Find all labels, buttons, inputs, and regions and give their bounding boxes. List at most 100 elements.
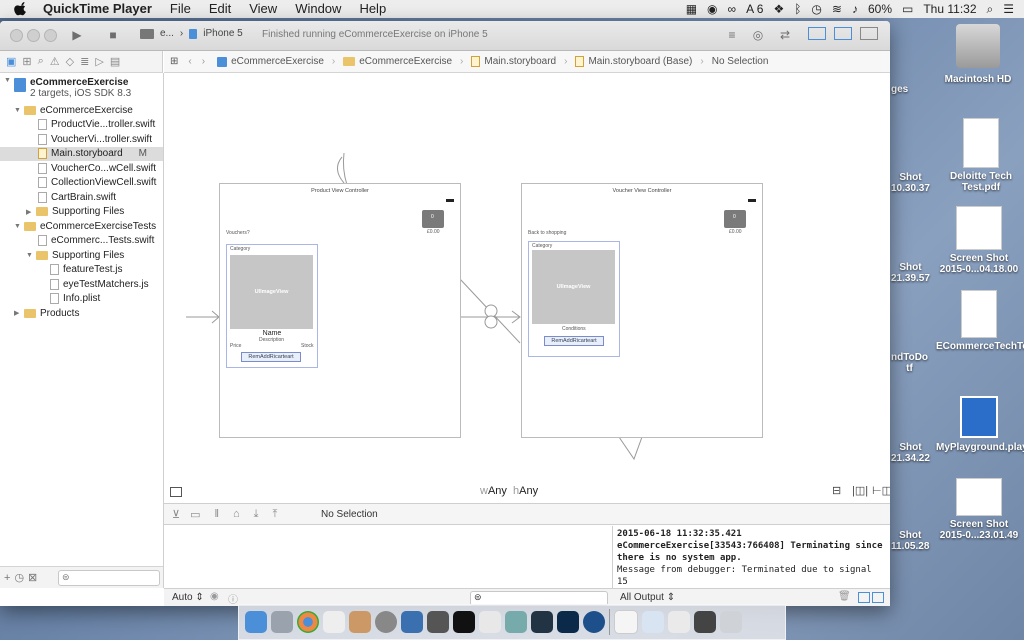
recent-files-icon[interactable]: ◷ [14, 571, 24, 584]
tree-group[interactable]: ▶ Supporting Files [0, 205, 163, 220]
tree-file[interactable]: eyeTestMatchers.js [0, 277, 163, 292]
instruments-icon[interactable] [531, 611, 553, 633]
split-view-left-icon[interactable] [858, 592, 870, 603]
debug-navigator-icon[interactable]: ≣ [80, 55, 89, 68]
launchpad-icon[interactable] [271, 611, 293, 633]
dropbox-icon[interactable]: ❖ [773, 2, 784, 16]
tree-file[interactable]: CollectionViewCell.swift [0, 176, 163, 191]
test-navigator-icon[interactable]: ◇ [66, 55, 74, 68]
documents-stack-icon[interactable] [614, 610, 638, 634]
notification-center-icon[interactable]: ☰ [1003, 2, 1014, 16]
toggle-utilities-button[interactable] [860, 27, 878, 40]
folder-icon[interactable]: ▣ [6, 55, 16, 68]
variables-view[interactable] [164, 526, 613, 588]
downloads-stack-icon[interactable] [642, 611, 664, 633]
tree-file[interactable]: VoucherVi...troller.swift [0, 132, 163, 147]
terminal-window-icon[interactable] [694, 611, 716, 633]
desktop-partial-label[interactable]: ges [891, 84, 908, 95]
menu-help[interactable]: Help [350, 0, 395, 18]
spotlight-icon[interactable]: ⌕ [987, 2, 994, 17]
app-menu[interactable]: QuickTime Player [34, 0, 161, 18]
disclosure-open-icon[interactable]: ▼ [14, 223, 22, 230]
navigator-filter-input[interactable]: ⊜ [58, 570, 160, 586]
split-view-right-icon[interactable] [872, 592, 884, 603]
stop-button[interactable]: ■ [106, 27, 120, 43]
add-icon[interactable]: + [4, 572, 10, 584]
disclosure-open-icon[interactable]: ▼ [26, 252, 34, 259]
record-icon[interactable]: ◉ [707, 2, 717, 16]
desktop-partial-label[interactable]: Shot 10.30.37 [891, 172, 930, 194]
time-machine-icon[interactable]: ◷ [811, 2, 821, 16]
symbol-navigator-icon[interactable]: ⊞ [22, 55, 31, 68]
desktop-icon-screenshot-2[interactable]: Screen Shot 2015-0...23.01.49 [936, 478, 1022, 541]
back-to-shopping-label[interactable]: Back to shopping [528, 230, 566, 236]
wifi-icon[interactable]: ≋ [832, 2, 842, 16]
stack-icon[interactable]: ⊟ [832, 484, 841, 497]
step-over-icon[interactable]: ⌂ [233, 508, 240, 520]
menu-edit[interactable]: Edit [200, 0, 240, 18]
tree-file[interactable]: Info.plist [0, 292, 163, 307]
issue-navigator-icon[interactable]: ⚠ [50, 55, 60, 68]
toggle-debug-area-button[interactable] [834, 27, 852, 40]
tree-file[interactable]: ProductVie...troller.swift [0, 118, 163, 133]
tree-file[interactable]: featureTest.js [0, 263, 163, 278]
toggle-navigator-button[interactable] [808, 27, 826, 40]
tree-file-selected[interactable]: Main.storyboard M [0, 146, 163, 161]
terminal-icon[interactable] [453, 611, 475, 633]
vouchers-label[interactable]: Vouchers? [226, 230, 250, 236]
breadcrumb-selection[interactable]: No Selection [712, 56, 769, 67]
desktop-icon-ecommerce-rtf[interactable]: ECommerceTechTest.rtf [936, 290, 1024, 352]
step-out-icon[interactable]: ⤒ [273, 508, 278, 521]
eye-icon[interactable]: ◉ [210, 591, 219, 602]
document-outline-toggle-icon[interactable] [170, 487, 182, 497]
desktop-partial-label[interactable]: Shot 21.39.57 [891, 262, 930, 284]
related-items-icon[interactable]: ⊞ [170, 56, 178, 67]
breakpoint-navigator-icon[interactable]: ▷ [95, 55, 103, 68]
grid-icon[interactable]: ▦ [686, 2, 697, 16]
breadcrumb-project[interactable]: eCommerceExercise [217, 56, 324, 67]
console-output[interactable]: 2015-06-18 11:32:35.421 eCommerceExercis… [613, 526, 890, 588]
chrome-icon[interactable] [297, 611, 319, 633]
variables-scope-select[interactable]: Auto ⇕ [172, 592, 204, 603]
pause-icon[interactable]: ‖ [214, 508, 219, 520]
voucher-collection-cell[interactable]: Category UIImageView Conditions RemAddRi… [528, 241, 620, 357]
desktop-partial-label[interactable]: Shot 11.05.28 [891, 530, 929, 552]
battery-status[interactable]: 60% [868, 2, 892, 16]
zoom-window-button[interactable] [44, 29, 57, 42]
pin-icon[interactable]: ⊢◫ [872, 484, 890, 497]
breadcrumb-file[interactable]: Main.storyboard [471, 56, 556, 67]
output-filter-select[interactable]: All Output ⇕ [620, 592, 675, 603]
close-window-button[interactable] [10, 29, 23, 42]
desktop-icon-screenshot-1[interactable]: Screen Shot 2015-0...04.18.00 [936, 206, 1022, 275]
size-class-control[interactable]: wAny hAny [480, 485, 538, 497]
assistant-editor-button[interactable]: ◎ [750, 27, 766, 43]
find-navigator-icon[interactable]: ⌕ [38, 55, 44, 68]
back-button[interactable]: ‹ [188, 56, 191, 67]
desktop-partial-label[interactable]: Shot 21.34.22 [891, 442, 930, 464]
forward-button[interactable]: › [202, 56, 205, 67]
standard-editor-button[interactable]: ≡ [724, 27, 740, 43]
creative-cloud-icon[interactable]: ∞ [728, 2, 737, 16]
breadcrumb-localization[interactable]: Main.storyboard (Base) [575, 56, 692, 67]
run-button[interactable]: ▶ [70, 27, 84, 43]
utility-icon[interactable] [505, 611, 527, 633]
tree-file[interactable]: eCommerc...Tests.swift [0, 234, 163, 249]
breakpoints-icon[interactable]: ▭ [190, 508, 200, 521]
trash-icon[interactable] [720, 611, 742, 633]
photoshop-icon[interactable] [557, 611, 579, 633]
product-view-controller-scene[interactable]: Product View Controller 0 £0.00 Vouchers… [219, 183, 461, 438]
report-navigator-icon[interactable]: ▤ [110, 55, 120, 68]
tree-file[interactable]: CartBrain.swift [0, 190, 163, 205]
shopping-bag-icon[interactable]: 0 [724, 210, 746, 228]
disclosure-open-icon[interactable]: ▼ [4, 77, 12, 84]
sublime-text-icon[interactable] [427, 611, 449, 633]
disclosure-closed-icon[interactable]: ▶ [14, 309, 22, 317]
shopping-bag-icon[interactable]: 0 [422, 210, 444, 228]
version-editor-button[interactable]: ⇄ [776, 27, 794, 43]
tree-group[interactable]: ▼ Supporting Files [0, 248, 163, 263]
add-remove-cart-button[interactable]: RemAddRicarteart [544, 336, 604, 346]
volume-icon[interactable]: ♪ [852, 2, 858, 16]
adobe-badge[interactable]: A 6 [746, 2, 763, 16]
tree-group[interactable]: ▼ eCommerceExercise [0, 103, 163, 118]
breadcrumb-group[interactable]: eCommerceExercise [343, 56, 452, 67]
